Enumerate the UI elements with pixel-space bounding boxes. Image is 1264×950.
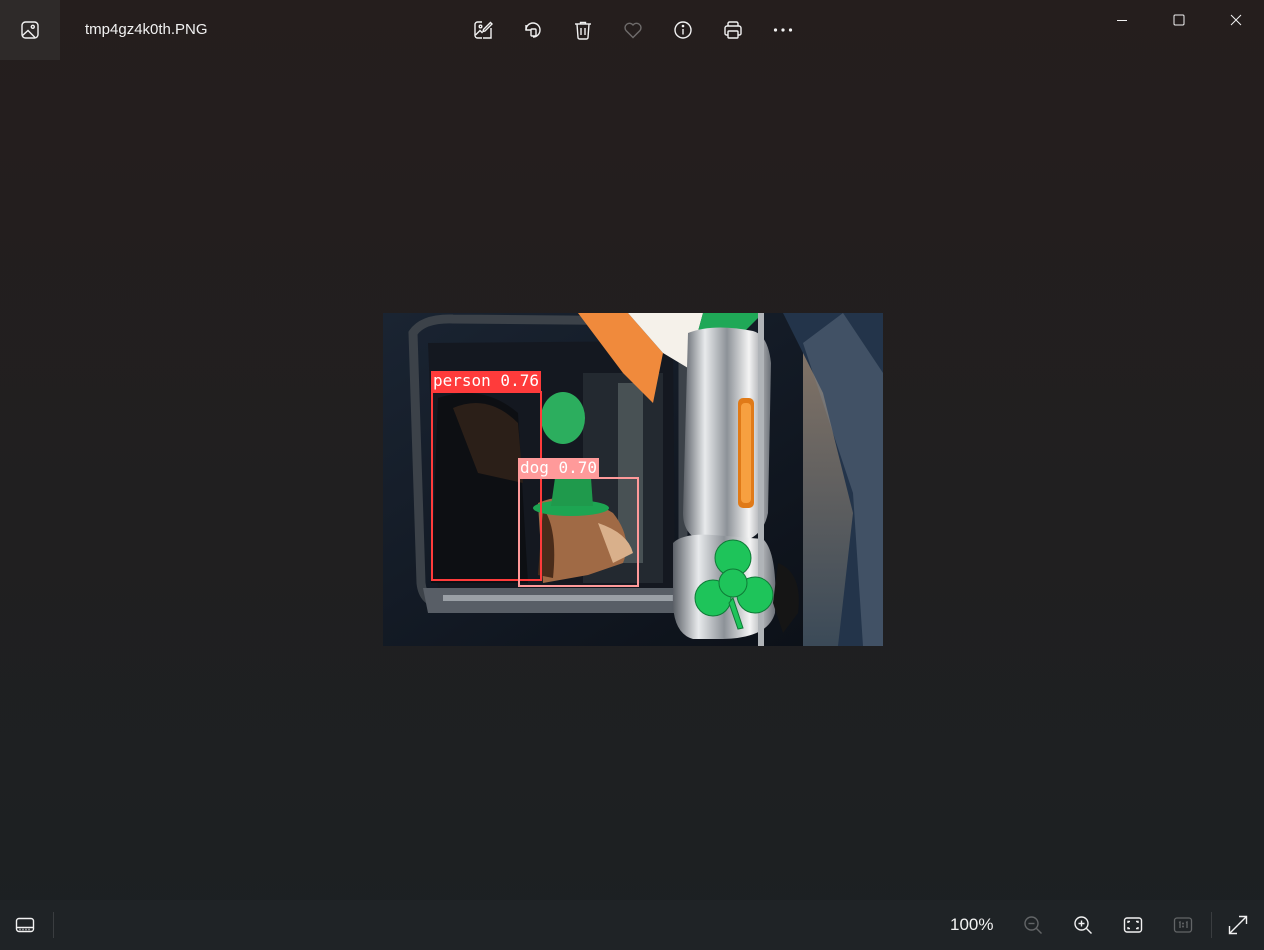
divider [53,912,54,938]
zoom-level[interactable]: 100% [950,914,993,936]
close-button[interactable] [1207,0,1264,40]
filmstrip-icon [14,914,36,936]
full-screen-button[interactable] [1218,905,1258,945]
divider [1211,912,1212,938]
file-info-button[interactable] [658,10,708,50]
title-bar: tmp4gz4k0th.PNG [0,0,1264,60]
more-button[interactable] [758,10,808,50]
info-icon [672,19,694,41]
toolbar [458,10,808,50]
more-icon [772,19,794,41]
actual-size-button[interactable] [1163,905,1203,945]
delete-button[interactable] [558,10,608,50]
photos-app-icon [20,20,40,40]
trash-icon [572,19,594,41]
printer-icon [722,19,744,41]
filmstrip-button[interactable] [5,905,45,945]
zoom-out-icon [1022,914,1044,936]
bottom-bar: 100% [0,900,1264,950]
edit-image-button[interactable] [458,10,508,50]
displayed-image: person 0.76 dog 0.70 [383,313,883,646]
heart-icon [622,19,644,41]
minimize-icon [1116,14,1128,26]
favorite-button[interactable] [608,10,658,50]
actual-size-icon [1172,914,1194,936]
rotate-icon [522,19,544,41]
edit-image-icon [472,19,494,41]
zoom-out-button[interactable] [1013,905,1053,945]
dog-detection-box [518,477,639,587]
dog-detection-label: dog 0.70 [518,458,600,478]
file-title: tmp4gz4k0th.PNG [85,21,208,38]
fit-to-window-icon [1122,914,1144,936]
person-detection-label: person 0.76 [431,371,541,391]
minimize-button[interactable] [1093,0,1150,40]
app-icon-button[interactable] [0,0,60,60]
zoom-in-button[interactable] [1063,905,1103,945]
maximize-button[interactable] [1150,0,1207,40]
window-controls [1093,0,1264,40]
close-icon [1230,14,1242,26]
rotate-button[interactable] [508,10,558,50]
expand-icon [1227,914,1249,936]
zoom-in-icon [1072,914,1094,936]
print-button[interactable] [708,10,758,50]
fit-to-window-button[interactable] [1113,905,1153,945]
maximize-icon [1173,14,1185,26]
